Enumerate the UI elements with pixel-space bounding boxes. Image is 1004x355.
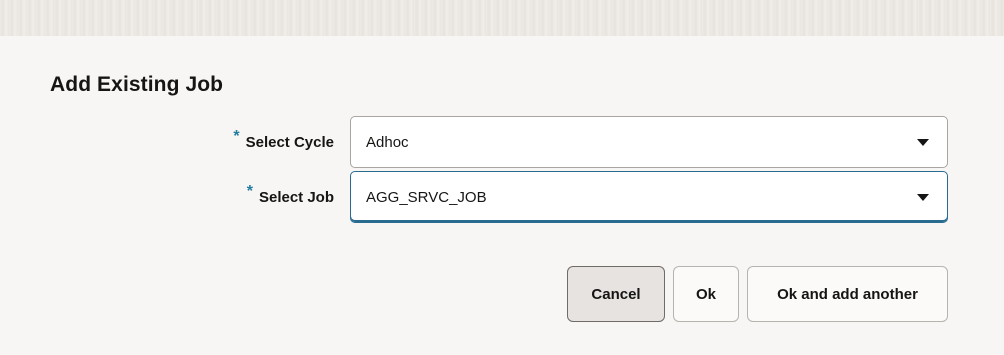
select-cycle-value: Adhoc — [366, 134, 409, 151]
required-marker: * — [233, 128, 240, 145]
select-cycle-label: * Select Cycle — [233, 116, 334, 170]
select-cycle-dropdown[interactable]: Adhoc — [350, 116, 948, 168]
ok-and-add-another-button[interactable]: Ok and add another — [747, 266, 948, 322]
select-job-label: * Select Job — [247, 171, 334, 225]
select-job-row: * Select Job AGG_SRVC_JOB — [8, 171, 1004, 225]
select-job-value: AGG_SRVC_JOB — [366, 189, 487, 206]
select-cycle-label-text: Select Cycle — [245, 134, 334, 151]
select-job-dropdown[interactable]: AGG_SRVC_JOB — [350, 171, 948, 223]
required-marker: * — [246, 183, 253, 200]
cancel-button[interactable]: Cancel — [567, 266, 665, 322]
header-strip — [0, 0, 1004, 36]
dialog-title: Add Existing Job — [50, 73, 224, 96]
select-cycle-row: * Select Cycle Adhoc — [8, 116, 1004, 170]
caret-down-icon[interactable] — [917, 194, 929, 201]
add-existing-job-dialog: Add Existing Job * Select Cycle Adhoc * Se… — [8, 36, 1004, 355]
select-job-label-text: Select Job — [258, 189, 334, 206]
caret-down-icon[interactable] — [917, 139, 929, 146]
ok-button[interactable]: Ok — [673, 266, 739, 322]
